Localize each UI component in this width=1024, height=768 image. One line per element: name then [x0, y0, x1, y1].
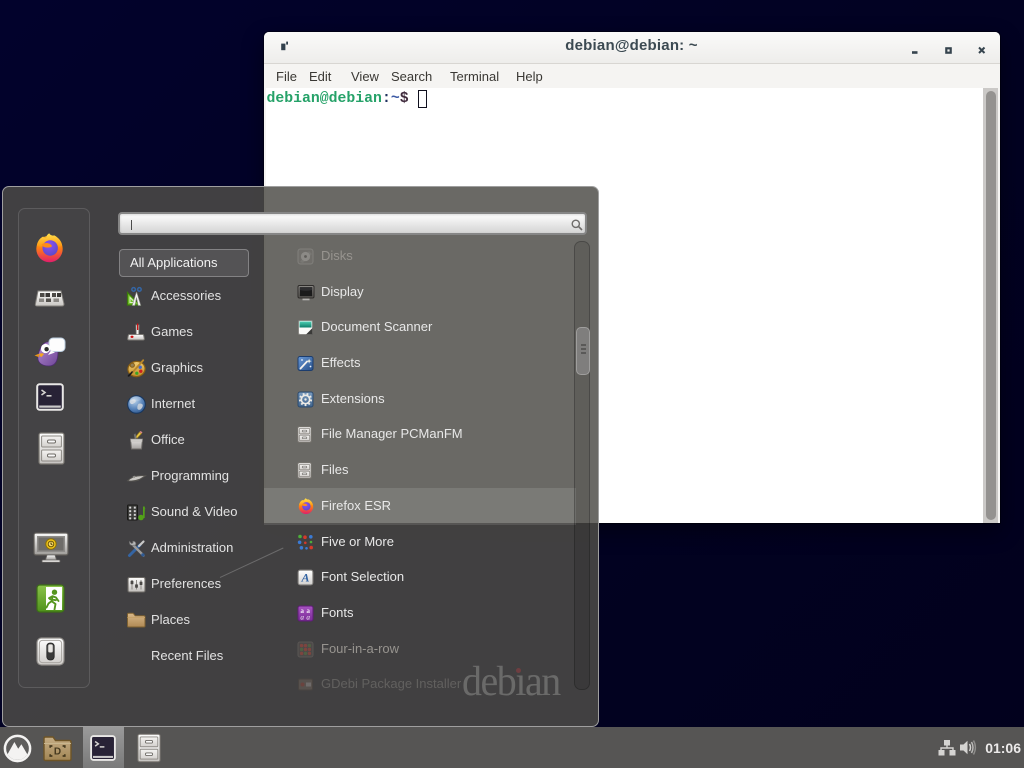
svg-text:a: a: [306, 613, 310, 621]
svg-text:A: A: [300, 571, 309, 585]
svg-text:D: D: [54, 747, 61, 758]
svg-text:a: a: [300, 613, 304, 621]
